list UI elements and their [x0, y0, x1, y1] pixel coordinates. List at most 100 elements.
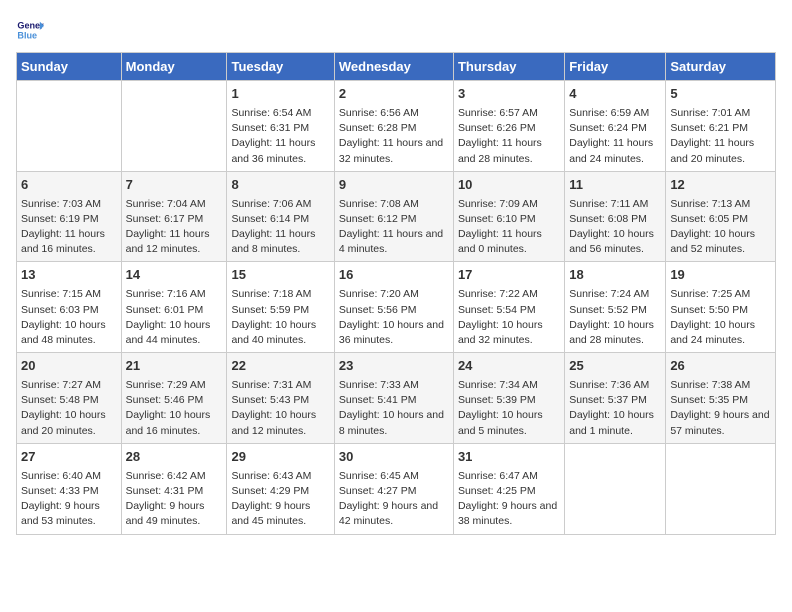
day-info: Sunrise: 7:04 AM Sunset: 6:17 PM Dayligh… [126, 197, 223, 258]
day-number: 16 [339, 266, 449, 285]
day-number: 2 [339, 85, 449, 104]
day-info: Sunrise: 6:57 AM Sunset: 6:26 PM Dayligh… [458, 106, 560, 167]
calendar-cell: 2 Sunrise: 6:56 AM Sunset: 6:28 PM Daylig… [334, 81, 453, 172]
day-info: Sunrise: 7:11 AM Sunset: 6:08 PM Dayligh… [569, 197, 661, 258]
day-number: 5 [670, 85, 771, 104]
calendar-cell: 19Sunrise: 7:25 AM Sunset: 5:50 PM Dayli… [666, 262, 776, 353]
day-info: Sunrise: 7:06 AM Sunset: 6:14 PM Dayligh… [231, 197, 329, 258]
day-info: Sunrise: 7:27 AM Sunset: 5:48 PM Dayligh… [21, 378, 117, 439]
day-number: 20 [21, 357, 117, 376]
day-number: 11 [569, 176, 661, 195]
calendar-cell: 11 Sunrise: 7:11 AM Sunset: 6:08 PM Dayli… [565, 171, 666, 262]
calendar-cell: 24Sunrise: 7:34 AM Sunset: 5:39 PM Dayli… [453, 353, 564, 444]
day-number: 25 [569, 357, 661, 376]
calendar-cell: 8Sunrise: 7:06 AM Sunset: 6:14 PM Daylig… [227, 171, 334, 262]
day-number: 13 [21, 266, 117, 285]
day-number: 26 [670, 357, 771, 376]
day-number: 3 [458, 85, 560, 104]
page-header: General Blue [16, 16, 776, 44]
day-info: Sunrise: 7:15 AM Sunset: 6:03 PM Dayligh… [21, 287, 117, 348]
calendar-cell [666, 443, 776, 534]
logo: General Blue [16, 16, 48, 44]
day-info: Sunrise: 7:36 AM Sunset: 5:37 PM Dayligh… [569, 378, 661, 439]
header-sunday: Sunday [17, 53, 122, 81]
calendar-table: SundayMondayTuesdayWednesdayThursdayFrid… [16, 52, 776, 535]
day-number: 14 [126, 266, 223, 285]
day-info: Sunrise: 7:08 AM Sunset: 6:12 PM Dayligh… [339, 197, 449, 258]
day-info: Sunrise: 6:43 AM Sunset: 4:29 PM Dayligh… [231, 469, 329, 530]
calendar-cell: 25 Sunrise: 7:36 AM Sunset: 5:37 PM Dayli… [565, 353, 666, 444]
day-info: Sunrise: 7:34 AM Sunset: 5:39 PM Dayligh… [458, 378, 560, 439]
calendar-cell: 18 Sunrise: 7:24 AM Sunset: 5:52 PM Dayli… [565, 262, 666, 353]
calendar-header-row: SundayMondayTuesdayWednesdayThursdayFrid… [17, 53, 776, 81]
header-wednesday: Wednesday [334, 53, 453, 81]
calendar-cell: 12Sunrise: 7:13 AM Sunset: 6:05 PM Dayli… [666, 171, 776, 262]
day-number: 28 [126, 448, 223, 467]
day-number: 4 [569, 85, 661, 104]
day-info: Sunrise: 7:03 AM Sunset: 6:19 PM Dayligh… [21, 197, 117, 258]
day-info: Sunrise: 7:16 AM Sunset: 6:01 PM Dayligh… [126, 287, 223, 348]
calendar-cell: 30Sunrise: 6:45 AM Sunset: 4:27 PM Dayli… [334, 443, 453, 534]
day-info: Sunrise: 7:13 AM Sunset: 6:05 PM Dayligh… [670, 197, 771, 258]
calendar-cell: 4Sunrise: 6:59 AM Sunset: 6:24 PM Daylig… [565, 81, 666, 172]
day-info: Sunrise: 6:45 AM Sunset: 4:27 PM Dayligh… [339, 469, 449, 530]
calendar-cell [17, 81, 122, 172]
logo-icon: General Blue [16, 16, 44, 44]
day-info: Sunrise: 7:38 AM Sunset: 5:35 PM Dayligh… [670, 378, 771, 439]
day-info: Sunrise: 6:54 AM Sunset: 6:31 PM Dayligh… [231, 106, 329, 167]
day-info: Sunrise: 7:18 AM Sunset: 5:59 PM Dayligh… [231, 287, 329, 348]
day-info: Sunrise: 7:31 AM Sunset: 5:43 PM Dayligh… [231, 378, 329, 439]
header-saturday: Saturday [666, 53, 776, 81]
week-row-4: 20 Sunrise: 7:27 AM Sunset: 5:48 PM Dayli… [17, 353, 776, 444]
day-info: Sunrise: 7:01 AM Sunset: 6:21 PM Dayligh… [670, 106, 771, 167]
calendar-cell: 27 Sunrise: 6:40 AM Sunset: 4:33 PM Dayli… [17, 443, 122, 534]
calendar-cell: 9 Sunrise: 7:08 AM Sunset: 6:12 PM Daylig… [334, 171, 453, 262]
header-monday: Monday [121, 53, 227, 81]
calendar-cell: 1Sunrise: 6:54 AM Sunset: 6:31 PM Daylig… [227, 81, 334, 172]
calendar-cell: 6 Sunrise: 7:03 AM Sunset: 6:19 PM Daylig… [17, 171, 122, 262]
day-number: 9 [339, 176, 449, 195]
day-number: 10 [458, 176, 560, 195]
day-info: Sunrise: 6:56 AM Sunset: 6:28 PM Dayligh… [339, 106, 449, 167]
calendar-cell: 3 Sunrise: 6:57 AM Sunset: 6:26 PM Daylig… [453, 81, 564, 172]
calendar-cell: 28 Sunrise: 6:42 AM Sunset: 4:31 PM Dayli… [121, 443, 227, 534]
day-info: Sunrise: 7:09 AM Sunset: 6:10 PM Dayligh… [458, 197, 560, 258]
calendar-cell: 21 Sunrise: 7:29 AM Sunset: 5:46 PM Dayli… [121, 353, 227, 444]
calendar-cell: 14 Sunrise: 7:16 AM Sunset: 6:01 PM Dayli… [121, 262, 227, 353]
header-thursday: Thursday [453, 53, 564, 81]
calendar-cell: 13 Sunrise: 7:15 AM Sunset: 6:03 PM Dayli… [17, 262, 122, 353]
header-tuesday: Tuesday [227, 53, 334, 81]
svg-text:Blue: Blue [17, 30, 37, 40]
day-number: 6 [21, 176, 117, 195]
day-info: Sunrise: 7:20 AM Sunset: 5:56 PM Dayligh… [339, 287, 449, 348]
day-number: 31 [458, 448, 560, 467]
calendar-cell: 15 Sunrise: 7:18 AM Sunset: 5:59 PM Dayli… [227, 262, 334, 353]
week-row-3: 13 Sunrise: 7:15 AM Sunset: 6:03 PM Dayli… [17, 262, 776, 353]
day-info: Sunrise: 6:42 AM Sunset: 4:31 PM Dayligh… [126, 469, 223, 530]
day-info: Sunrise: 7:29 AM Sunset: 5:46 PM Dayligh… [126, 378, 223, 439]
calendar-cell: 10 Sunrise: 7:09 AM Sunset: 6:10 PM Dayli… [453, 171, 564, 262]
day-number: 7 [126, 176, 223, 195]
week-row-2: 6 Sunrise: 7:03 AM Sunset: 6:19 PM Daylig… [17, 171, 776, 262]
day-info: Sunrise: 7:33 AM Sunset: 5:41 PM Dayligh… [339, 378, 449, 439]
week-row-5: 27 Sunrise: 6:40 AM Sunset: 4:33 PM Dayli… [17, 443, 776, 534]
calendar-cell: 23Sunrise: 7:33 AM Sunset: 5:41 PM Dayli… [334, 353, 453, 444]
calendar-cell: 26 Sunrise: 7:38 AM Sunset: 5:35 PM Dayli… [666, 353, 776, 444]
day-number: 19 [670, 266, 771, 285]
day-info: Sunrise: 7:22 AM Sunset: 5:54 PM Dayligh… [458, 287, 560, 348]
calendar-cell: 7 Sunrise: 7:04 AM Sunset: 6:17 PM Daylig… [121, 171, 227, 262]
day-number: 21 [126, 357, 223, 376]
day-info: Sunrise: 6:40 AM Sunset: 4:33 PM Dayligh… [21, 469, 117, 530]
calendar-cell: 5 Sunrise: 7:01 AM Sunset: 6:21 PM Daylig… [666, 81, 776, 172]
header-friday: Friday [565, 53, 666, 81]
calendar-cell: 29 Sunrise: 6:43 AM Sunset: 4:29 PM Dayli… [227, 443, 334, 534]
day-info: Sunrise: 6:47 AM Sunset: 4:25 PM Dayligh… [458, 469, 560, 530]
day-number: 18 [569, 266, 661, 285]
day-number: 17 [458, 266, 560, 285]
calendar-cell: 31 Sunrise: 6:47 AM Sunset: 4:25 PM Dayli… [453, 443, 564, 534]
day-number: 15 [231, 266, 329, 285]
day-number: 29 [231, 448, 329, 467]
calendar-cell [121, 81, 227, 172]
day-number: 27 [21, 448, 117, 467]
day-info: Sunrise: 7:24 AM Sunset: 5:52 PM Dayligh… [569, 287, 661, 348]
